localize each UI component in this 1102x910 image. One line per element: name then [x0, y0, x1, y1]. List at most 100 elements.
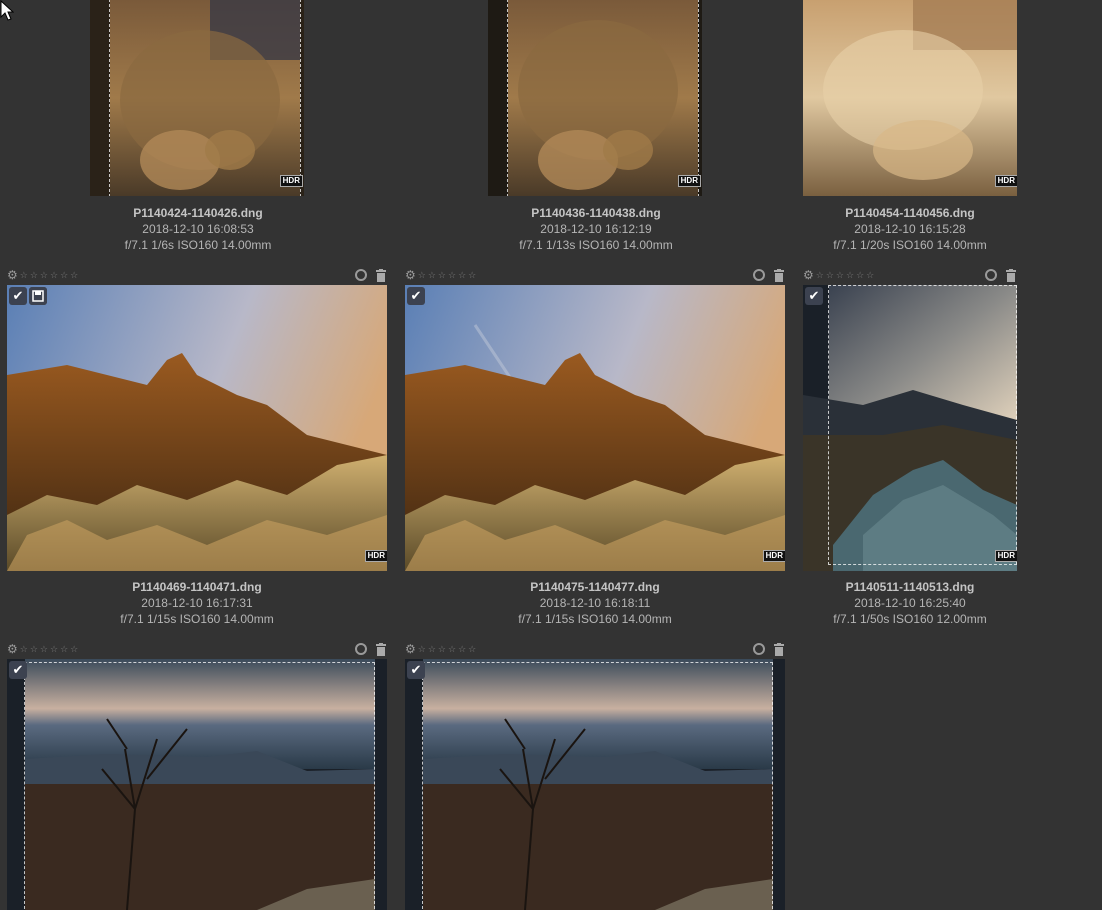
check-icon[interactable]: ✔ [407, 287, 425, 305]
check-icon[interactable]: ✔ [805, 287, 823, 305]
hdr-badge: HDR [279, 175, 303, 187]
star-icon[interactable]: ☆ [458, 270, 466, 280]
gear-icon[interactable]: ⚙ [405, 269, 416, 281]
thumbnail-image[interactable]: ✔ HDR [803, 285, 1017, 571]
star-icon[interactable]: ☆ [438, 270, 446, 280]
star-icon[interactable]: ☆ [50, 270, 58, 280]
thumbnail-card[interactable]: ⚙ ☆ ☆ ☆ ☆ ☆ ☆ ✔ [405, 642, 785, 910]
star-icon[interactable]: ☆ [856, 270, 864, 280]
star-rating[interactable]: ☆ ☆ ☆ ☆ ☆ ☆ [816, 270, 876, 280]
star-icon[interactable]: ☆ [468, 644, 476, 654]
hdr-badge: HDR [994, 550, 1017, 562]
star-icon[interactable]: ☆ [448, 644, 456, 654]
thumbnail-toolbar: ⚙ ☆ ☆ ☆ ☆ ☆ ☆ [803, 268, 1017, 282]
star-icon[interactable]: ☆ [428, 270, 436, 280]
thumbnail-image[interactable]: HDR [90, 0, 304, 196]
datetime: 2018-12-10 16:08:53 [142, 222, 254, 236]
thumbnail-image[interactable]: ✔ HDR [7, 285, 387, 571]
star-icon[interactable]: ☆ [826, 270, 834, 280]
filename: P1140436-1140438.dng [531, 206, 661, 220]
datetime: 2018-12-10 16:17:31 [141, 596, 253, 610]
exif: f/7.1 1/15s ISO160 14.00mm [120, 612, 274, 626]
star-rating[interactable]: ☆ ☆ ☆ ☆ ☆ ☆ [418, 270, 478, 280]
check-icon[interactable]: ✔ [9, 287, 27, 305]
exif: f/7.1 1/13s ISO160 14.00mm [519, 238, 673, 252]
star-icon[interactable]: ☆ [30, 270, 38, 280]
save-icon[interactable] [29, 287, 47, 305]
thumbnail-card[interactable]: ⚙ ☆ ☆ ☆ ☆ ☆ ☆ ✔ HDR P1140475-1140477.dng 2018… [405, 268, 785, 630]
circle-icon[interactable] [355, 643, 367, 655]
thumbnail-image[interactable]: ✔ HDR [405, 285, 785, 571]
trash-icon[interactable] [375, 268, 387, 282]
exif: f/7.1 1/20s ISO160 14.00mm [833, 238, 987, 252]
filename: P1140475-1140477.dng [530, 580, 660, 594]
filename: P1140424-1140426.dng [133, 206, 263, 220]
thumbnail-image[interactable]: ✔ [7, 659, 387, 910]
thumbnail-card[interactable]: ⚙ ☆ ☆ ☆ ☆ ☆ ☆ ✔ [7, 642, 387, 910]
star-icon[interactable]: ☆ [468, 270, 476, 280]
circle-icon[interactable] [355, 269, 367, 281]
gear-icon[interactable]: ⚙ [803, 269, 814, 281]
star-icon[interactable]: ☆ [60, 270, 68, 280]
thumbnail-image[interactable]: HDR [488, 0, 702, 196]
check-icon[interactable]: ✔ [407, 661, 425, 679]
star-icon[interactable]: ☆ [448, 270, 456, 280]
circle-icon[interactable] [753, 643, 765, 655]
filename: P1140469-1140471.dng [132, 580, 262, 594]
star-icon[interactable]: ☆ [40, 270, 48, 280]
trash-icon[interactable] [773, 268, 785, 282]
star-icon[interactable]: ☆ [30, 644, 38, 654]
thumbnail-image[interactable]: ✔ [405, 659, 785, 910]
datetime: 2018-12-10 16:18:11 [539, 596, 651, 610]
star-icon[interactable]: ☆ [836, 270, 844, 280]
filename: P1140511-1140513.dng [845, 580, 975, 594]
trash-icon[interactable] [773, 642, 785, 656]
trash-icon[interactable] [1005, 268, 1017, 282]
star-icon[interactable]: ☆ [418, 270, 426, 280]
thumbnail-toolbar: ⚙ ☆ ☆ ☆ ☆ ☆ ☆ [405, 642, 785, 656]
gear-icon[interactable]: ⚙ [405, 643, 416, 655]
star-icon[interactable]: ☆ [866, 270, 874, 280]
thumbnail-toolbar: ⚙ ☆ ☆ ☆ ☆ ☆ ☆ [7, 642, 387, 656]
trash-icon[interactable] [375, 642, 387, 656]
thumbnail-card[interactable]: HDR P1140454-1140456.dng 2018-12-10 16:1… [803, 0, 1017, 260]
star-icon[interactable]: ☆ [60, 644, 68, 654]
star-rating[interactable]: ☆ ☆ ☆ ☆ ☆ ☆ [20, 644, 80, 654]
star-rating[interactable]: ☆ ☆ ☆ ☆ ☆ ☆ [20, 270, 80, 280]
gear-icon[interactable]: ⚙ [7, 643, 18, 655]
circle-icon[interactable] [753, 269, 765, 281]
hdr-badge: HDR [994, 175, 1017, 187]
hdr-badge: HDR [762, 550, 785, 562]
check-icon[interactable]: ✔ [9, 661, 27, 679]
star-icon[interactable]: ☆ [418, 644, 426, 654]
star-icon[interactable]: ☆ [438, 644, 446, 654]
thumbnail-card[interactable]: HDR P1140424-1140426.dng 2018-12-10 16:0… [8, 0, 388, 260]
datetime: 2018-12-10 16:25:40 [854, 596, 966, 610]
thumbnail-card[interactable]: ⚙ ☆ ☆ ☆ ☆ ☆ ☆ ✔ HDR P1140511-1140513.dng 2018… [803, 268, 1017, 630]
exif: f/7.1 1/50s ISO160 12.00mm [833, 612, 987, 626]
exif: f/7.1 1/6s ISO160 14.00mm [124, 238, 272, 252]
star-icon[interactable]: ☆ [70, 644, 78, 654]
star-icon[interactable]: ☆ [846, 270, 854, 280]
datetime: 2018-12-10 16:15:28 [854, 222, 966, 236]
hdr-badge: HDR [364, 550, 387, 562]
gear-icon[interactable]: ⚙ [7, 269, 18, 281]
star-icon[interactable]: ☆ [458, 644, 466, 654]
circle-icon[interactable] [985, 269, 997, 281]
hdr-badge: HDR [677, 175, 701, 187]
thumbnail-image[interactable]: HDR [803, 0, 1017, 196]
thumbnail-card[interactable]: ⚙ ☆ ☆ ☆ ☆ ☆ ☆ ✔ HDR P1140469-1140471.dng 2018… [7, 268, 387, 630]
thumbnail-toolbar: ⚙ ☆ ☆ ☆ ☆ ☆ ☆ [405, 268, 785, 282]
filename: P1140454-1140456.dng [845, 206, 975, 220]
star-icon[interactable]: ☆ [50, 644, 58, 654]
star-icon[interactable]: ☆ [20, 270, 28, 280]
thumbnail-card[interactable]: HDR P1140436-1140438.dng 2018-12-10 16:1… [406, 0, 786, 260]
star-icon[interactable]: ☆ [428, 644, 436, 654]
star-icon[interactable]: ☆ [40, 644, 48, 654]
star-icon[interactable]: ☆ [70, 270, 78, 280]
exif: f/7.1 1/15s ISO160 14.00mm [518, 612, 672, 626]
star-rating[interactable]: ☆ ☆ ☆ ☆ ☆ ☆ [418, 644, 478, 654]
star-icon[interactable]: ☆ [816, 270, 824, 280]
datetime: 2018-12-10 16:12:19 [540, 222, 652, 236]
star-icon[interactable]: ☆ [20, 644, 28, 654]
